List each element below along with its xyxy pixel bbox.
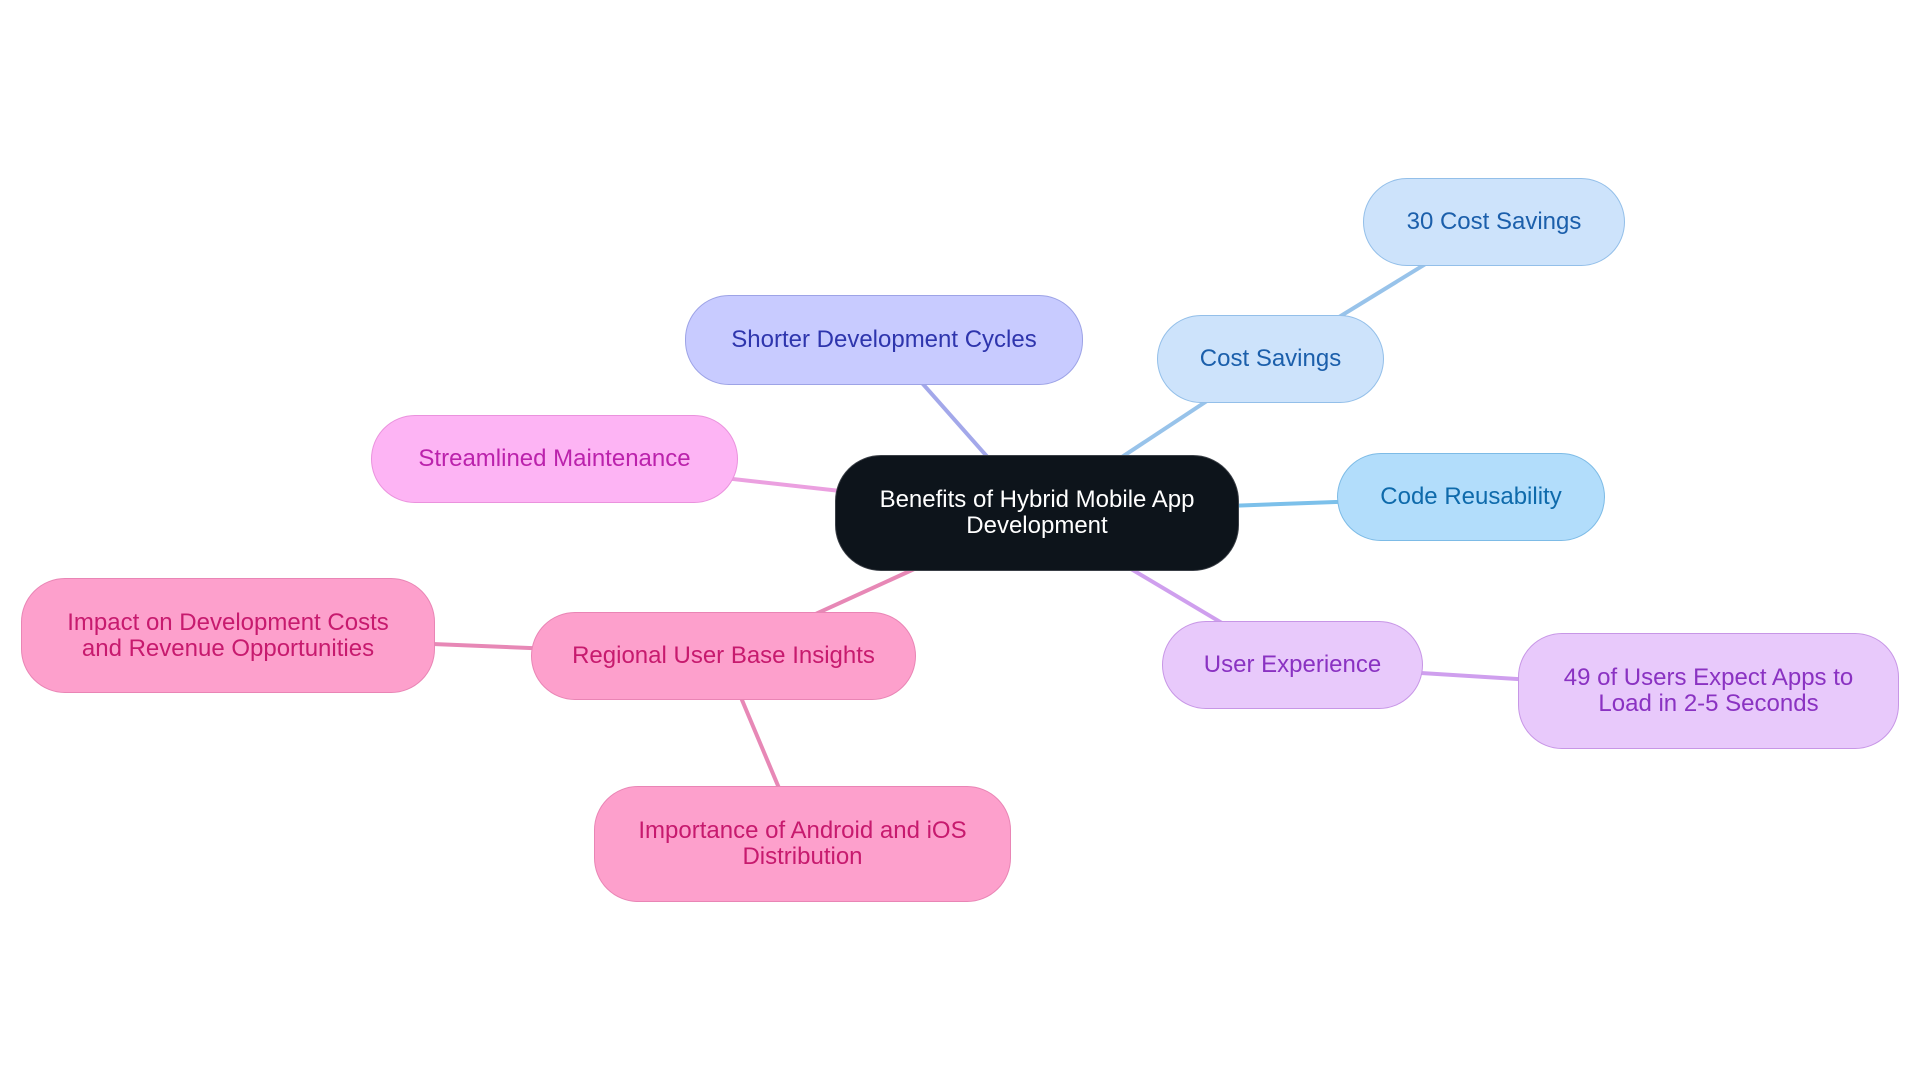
node-label-line: 49 of Users Expect Apps to — [1563, 664, 1854, 691]
node-label-line: Importance of Android and iOS — [638, 817, 967, 844]
node-label: Code Reusability — [1380, 483, 1562, 510]
node-label-line: Impact on Development Costs — [67, 608, 389, 636]
node-label: Streamlined Maintenance — [418, 445, 691, 472]
node-user-experience[interactable]: User Experience — [1162, 621, 1423, 709]
node-label: Regional User Base Insights — [572, 642, 875, 669]
node-code-reusability[interactable]: Code Reusability — [1337, 453, 1605, 541]
node-label: 30 Cost Savings — [1406, 208, 1582, 235]
node-label-line: and Revenue Opportunities — [81, 634, 375, 662]
node-streamlined-maintenance[interactable]: Streamlined Maintenance — [371, 415, 738, 503]
root-node[interactable]: Benefits of Hybrid Mobile App Developmen… — [835, 455, 1239, 571]
node-label-line: Development — [966, 512, 1108, 539]
node-users-expect-load-time[interactable]: 49 of Users Expect Apps to Load in 2-5 S… — [1518, 633, 1899, 749]
node-label: Cost Savings — [1199, 345, 1342, 372]
node-android-ios-distribution[interactable]: Importance of Android and iOS Distributi… — [594, 786, 1011, 902]
node-label-line: Load in 2-5 Seconds — [1598, 690, 1819, 717]
node-label: Shorter Development Cycles — [731, 326, 1037, 353]
node-shorter-development-cycles[interactable]: Shorter Development Cycles — [685, 295, 1083, 385]
node-label: User Experience — [1203, 651, 1382, 678]
node-label-line: Distribution — [742, 843, 863, 870]
node-regional-user-base-insights[interactable]: Regional User Base Insights — [531, 612, 916, 700]
node-cost-savings[interactable]: Cost Savings — [1157, 315, 1384, 403]
node-impact-on-development-costs[interactable]: Impact on Development Costs and Revenue … — [21, 578, 435, 693]
node-label-line: Benefits of Hybrid Mobile App — [879, 486, 1195, 513]
node-30-cost-savings[interactable]: 30 Cost Savings — [1363, 178, 1625, 266]
